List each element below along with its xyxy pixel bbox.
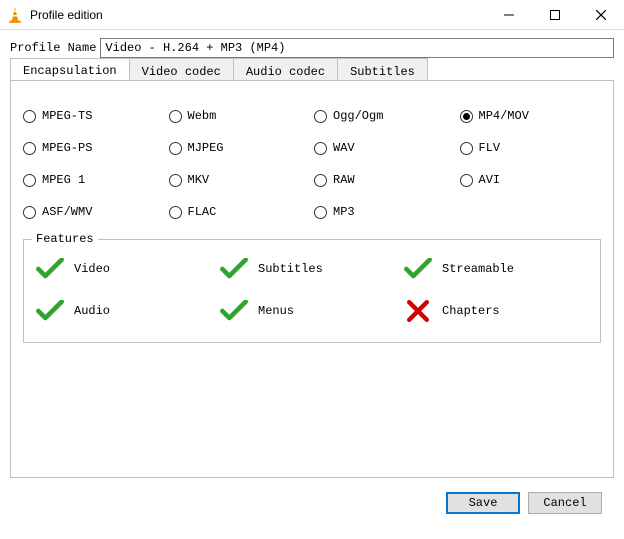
encapsulation-option[interactable]: RAW bbox=[314, 173, 456, 187]
encapsulation-option-label: MPEG-TS bbox=[42, 109, 92, 123]
encapsulation-option[interactable]: WAV bbox=[314, 141, 456, 155]
tab-video-codec[interactable]: Video codec bbox=[129, 58, 234, 80]
features-legend: Features bbox=[32, 232, 98, 246]
features-group: Features VideoSubtitlesStreamableAudioMe… bbox=[23, 239, 601, 343]
titlebar: Profile edition bbox=[0, 0, 624, 30]
radio-icon bbox=[23, 110, 36, 123]
encapsulation-option[interactable]: MPEG 1 bbox=[23, 173, 165, 187]
feature-item: Audio bbox=[36, 300, 220, 322]
save-button[interactable]: Save bbox=[446, 492, 520, 514]
feature-label: Menus bbox=[258, 304, 294, 318]
encapsulation-option[interactable]: FLAC bbox=[169, 205, 311, 219]
encapsulation-option-label: MP3 bbox=[333, 205, 355, 219]
vlc-cone-icon bbox=[6, 6, 24, 24]
tab-subtitles[interactable]: Subtitles bbox=[337, 58, 428, 80]
tabstrip: Encapsulation Video codec Audio codec Su… bbox=[10, 58, 427, 80]
minimize-button[interactable] bbox=[486, 0, 532, 30]
encapsulation-option-label: FLAC bbox=[188, 205, 217, 219]
radio-icon bbox=[460, 174, 473, 187]
check-icon bbox=[36, 258, 64, 280]
radio-icon bbox=[169, 110, 182, 123]
encapsulation-option-label: MJPEG bbox=[188, 141, 224, 155]
radio-icon bbox=[314, 142, 327, 155]
encapsulation-option[interactable]: MPEG-TS bbox=[23, 109, 165, 123]
encapsulation-option[interactable]: FLV bbox=[460, 141, 602, 155]
close-button[interactable] bbox=[578, 0, 624, 30]
tab-encapsulation[interactable]: Encapsulation bbox=[10, 58, 130, 80]
check-icon bbox=[404, 258, 432, 280]
feature-label: Streamable bbox=[442, 262, 514, 276]
encapsulation-option-label: MPEG-PS bbox=[42, 141, 92, 155]
check-icon bbox=[36, 300, 64, 322]
profile-name-input[interactable] bbox=[100, 38, 614, 58]
encapsulation-option[interactable]: Webm bbox=[169, 109, 311, 123]
encapsulation-option[interactable]: MKV bbox=[169, 173, 311, 187]
radio-icon bbox=[460, 142, 473, 155]
tab-audio-codec[interactable]: Audio codec bbox=[233, 58, 338, 80]
encapsulation-option-label: AVI bbox=[479, 173, 501, 187]
encapsulation-option[interactable]: MPEG-PS bbox=[23, 141, 165, 155]
encapsulation-option[interactable]: AVI bbox=[460, 173, 602, 187]
radio-icon bbox=[23, 174, 36, 187]
check-icon bbox=[220, 258, 248, 280]
feature-label: Chapters bbox=[442, 304, 500, 318]
encapsulation-option[interactable]: MP3 bbox=[314, 205, 456, 219]
window-title: Profile edition bbox=[30, 8, 486, 22]
feature-label: Subtitles bbox=[258, 262, 323, 276]
feature-label: Audio bbox=[74, 304, 110, 318]
encapsulation-option-label: MP4/MOV bbox=[479, 109, 529, 123]
encapsulation-option-label: Ogg/Ogm bbox=[333, 109, 383, 123]
maximize-button[interactable] bbox=[532, 0, 578, 30]
encapsulation-option-label: WAV bbox=[333, 141, 355, 155]
tab-panel: MPEG-TS Webm Ogg/Ogm MP4/MOV MPEG-PS MJPEG WAV… bbox=[10, 80, 614, 478]
check-icon bbox=[220, 300, 248, 322]
radio-icon bbox=[314, 110, 327, 123]
radio-icon bbox=[169, 142, 182, 155]
encapsulation-option-label: MKV bbox=[188, 173, 210, 187]
feature-item: Video bbox=[36, 258, 220, 280]
feature-item: Chapters bbox=[404, 300, 588, 322]
encapsulation-option-label: FLV bbox=[479, 141, 501, 155]
cross-icon bbox=[404, 300, 432, 322]
radio-icon bbox=[169, 174, 182, 187]
encapsulation-option[interactable]: MJPEG bbox=[169, 141, 311, 155]
encapsulation-option-label: MPEG 1 bbox=[42, 173, 85, 187]
radio-icon bbox=[23, 142, 36, 155]
radio-icon bbox=[23, 206, 36, 219]
feature-label: Video bbox=[74, 262, 110, 276]
encapsulation-option[interactable]: ASF/WMV bbox=[23, 205, 165, 219]
encapsulation-options: MPEG-TS Webm Ogg/Ogm MP4/MOV MPEG-PS MJPEG WAV… bbox=[23, 109, 601, 219]
encapsulation-option[interactable]: Ogg/Ogm bbox=[314, 109, 456, 123]
cancel-button[interactable]: Cancel bbox=[528, 492, 602, 514]
feature-item: Subtitles bbox=[220, 258, 404, 280]
radio-icon bbox=[460, 110, 473, 123]
features-grid: Video Subtitles Streamable Audio Menus Chapte… bbox=[36, 258, 588, 322]
feature-item: Menus bbox=[220, 300, 404, 322]
encapsulation-option-label: RAW bbox=[333, 173, 355, 187]
radio-icon bbox=[314, 174, 327, 187]
feature-item: Streamable bbox=[404, 258, 588, 280]
radio-icon bbox=[314, 206, 327, 219]
profile-name-label: Profile Name bbox=[10, 41, 96, 55]
radio-icon bbox=[169, 206, 182, 219]
encapsulation-option[interactable]: MP4/MOV bbox=[460, 109, 602, 123]
encapsulation-option-label: ASF/WMV bbox=[42, 205, 92, 219]
encapsulation-option-label: Webm bbox=[188, 109, 217, 123]
